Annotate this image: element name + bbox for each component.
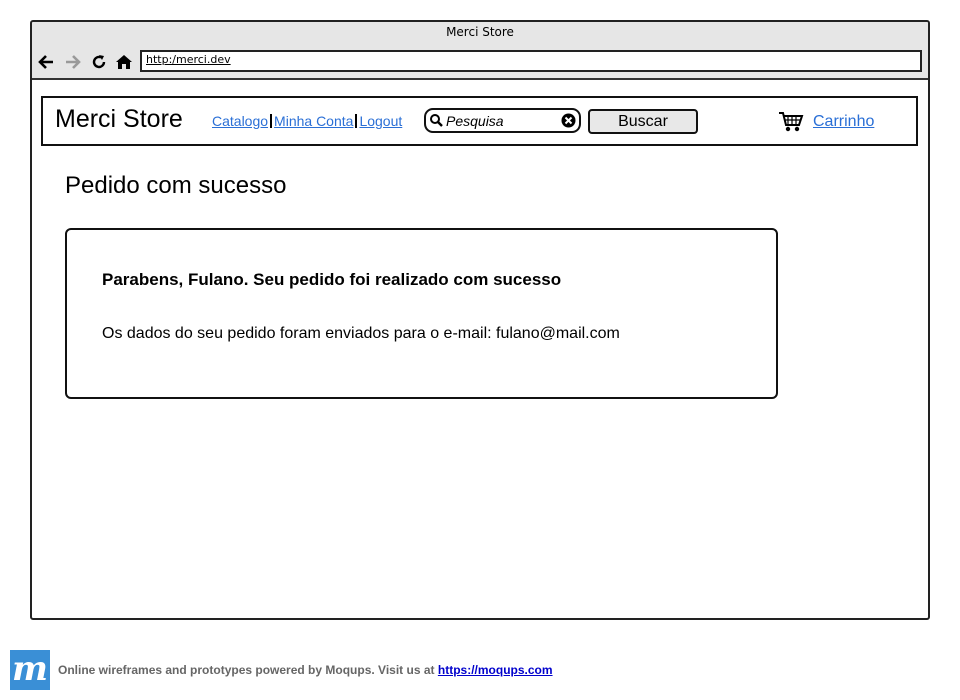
home-button[interactable]	[114, 52, 134, 72]
nav-separator	[355, 114, 358, 128]
reload-button[interactable]	[89, 52, 109, 72]
moqups-logo: m	[10, 650, 50, 690]
footer-link[interactable]: https://moqups.com	[438, 663, 553, 677]
footer-message: Online wireframes and prototypes powered…	[58, 663, 435, 677]
search-box[interactable]	[424, 108, 581, 133]
nav-separator	[270, 114, 273, 128]
home-icon	[116, 55, 132, 69]
arrow-left-icon	[38, 55, 53, 69]
search-icon	[430, 114, 443, 127]
store-header: Merci Store Catalogo Minha Conta Logout …	[41, 96, 918, 146]
nav-links: Catalogo Minha Conta Logout	[212, 113, 402, 129]
browser-chrome: Merci Store http:/merci.dev	[32, 22, 928, 80]
page-title: Pedido com sucesso	[65, 172, 287, 199]
clear-icon[interactable]	[561, 113, 576, 128]
footer-text: Online wireframes and prototypes powered…	[58, 663, 553, 677]
reload-icon	[92, 55, 106, 69]
search-button[interactable]: Buscar	[588, 109, 698, 134]
forward-button[interactable]	[63, 52, 83, 72]
footer: m Online wireframes and prototypes power…	[10, 650, 960, 690]
arrow-right-icon	[66, 55, 81, 69]
brand-title: Merci Store	[55, 105, 183, 133]
nav-link-catalogo[interactable]: Catalogo	[212, 113, 268, 129]
nav-link-logout[interactable]: Logout	[359, 113, 402, 129]
nav-link-minha-conta[interactable]: Minha Conta	[274, 113, 353, 129]
success-heading: Parabens, Fulano. Seu pedido foi realiza…	[102, 270, 562, 289]
browser-window: Merci Store http:/merci.dev Merci Store …	[30, 20, 930, 620]
url-bar[interactable]: http:/merci.dev	[140, 50, 922, 72]
back-button[interactable]	[36, 52, 56, 72]
cart-link[interactable]: Carrinho	[813, 113, 874, 131]
cart-icon[interactable]	[778, 111, 804, 133]
search-input[interactable]	[446, 112, 558, 129]
success-card: Parabens, Fulano. Seu pedido foi realiza…	[65, 228, 778, 399]
window-title: Merci Store	[446, 25, 514, 39]
success-message: Os dados do seu pedido foram enviados pa…	[102, 325, 620, 342]
